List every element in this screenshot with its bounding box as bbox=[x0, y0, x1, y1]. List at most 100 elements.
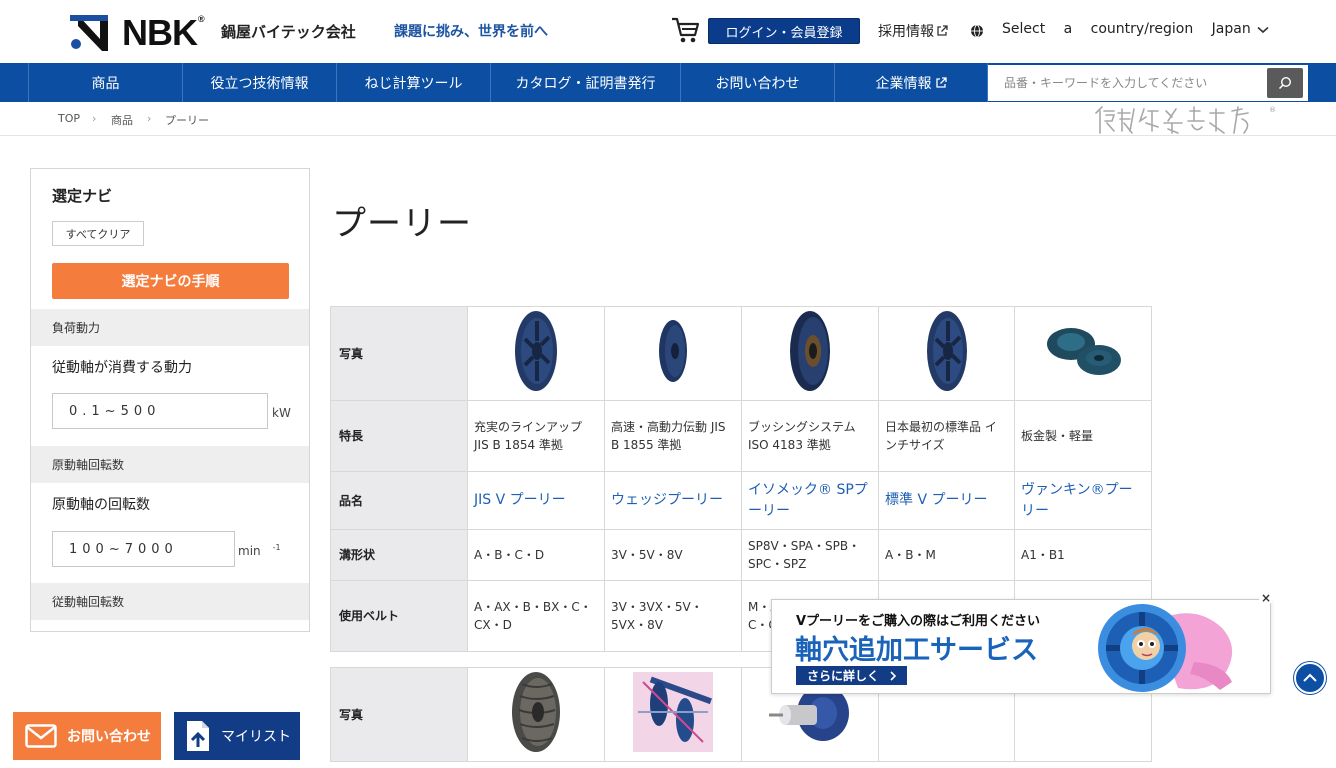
nav-item-screw-calc[interactable]: ねじ計算ツール bbox=[336, 63, 490, 102]
main-nav: 商品 役立つ技術情報 ねじ計算ツール カタログ・証明書発行 お問い合わせ 企業情… bbox=[0, 63, 1336, 102]
country-label: Japan bbox=[1211, 21, 1251, 37]
belt-cell: 3V・3VX・5V・5VX・8V bbox=[604, 580, 742, 652]
cart-icon[interactable] bbox=[670, 15, 700, 45]
navi-guide-button[interactable]: 選定ナビの手順 bbox=[52, 263, 289, 299]
page-title: プーリー bbox=[332, 204, 472, 244]
selection-navi-title: 選定ナビ bbox=[52, 187, 113, 205]
table-row-photo: 写真 bbox=[330, 306, 1152, 401]
tagline: 課題に挑み、世界を前へ bbox=[394, 24, 548, 40]
chevron-down-icon[interactable] bbox=[1257, 26, 1269, 34]
nbk-logo-mark-icon bbox=[70, 15, 108, 51]
table-row-features: 特長 充実のラインアップ JIS B 1854 準拠 高速・高動力伝動 JIS … bbox=[330, 400, 1152, 472]
row-head-name: 品名 bbox=[330, 471, 468, 530]
globe-icon bbox=[971, 24, 983, 38]
banner-character-image bbox=[1098, 604, 1233, 692]
driver-speed-label: 原動軸の回転数 bbox=[52, 497, 150, 513]
recruit-link[interactable]: 採用情報 bbox=[878, 21, 948, 41]
machining-service-banner[interactable]: Vプーリーをご購入の際はご利用ください 軸穴追加工サービス さらに詳しく bbox=[771, 599, 1271, 694]
breadcrumb-current: プーリー bbox=[165, 114, 209, 127]
breadcrumb-separator: › bbox=[147, 112, 152, 125]
isomec-sp-pulley-image bbox=[790, 311, 830, 391]
region-label: Select a country/region bbox=[1002, 21, 1194, 37]
groove-cell: A・B・M bbox=[878, 529, 1015, 581]
groove-cell: SP8V・SPA・SPB・SPC・SPZ bbox=[741, 529, 879, 581]
row-head-photo: 写真 bbox=[330, 306, 468, 401]
clear-all-button[interactable]: すべてクリア bbox=[52, 221, 144, 246]
nav-item-tech-info[interactable]: 役立つ技術情報 bbox=[182, 63, 336, 102]
wedge-pulley-image bbox=[659, 320, 687, 382]
banner-close-button[interactable]: × bbox=[1259, 591, 1273, 605]
region-selector[interactable]: Select a country/region Japan bbox=[1002, 21, 1251, 37]
breadcrumb-top[interactable]: TOP bbox=[58, 112, 80, 125]
nbk-logo[interactable]: NBK® bbox=[70, 12, 205, 54]
external-link-icon bbox=[935, 76, 947, 88]
search-icon bbox=[1278, 76, 1292, 90]
unit-min: min -1 bbox=[238, 543, 281, 558]
row-head-features: 特長 bbox=[330, 400, 468, 472]
driver-speed-input[interactable]: 100~7000 bbox=[52, 531, 235, 567]
nav-item-contact[interactable]: お問い合わせ bbox=[680, 63, 834, 102]
floating-contact-label: お問い合わせ bbox=[67, 729, 151, 745]
breadcrumb-products[interactable]: 商品 bbox=[111, 112, 133, 128]
timing-pulley-image bbox=[512, 672, 560, 752]
product-photo[interactable] bbox=[467, 667, 605, 762]
banner-more-label: さらに詳しく bbox=[807, 669, 880, 683]
product-photo[interactable] bbox=[604, 667, 742, 762]
floating-mylist-label: マイリスト bbox=[221, 729, 291, 745]
feature-cell: ブッシングシステム ISO 4183 準拠 bbox=[741, 400, 879, 472]
floating-mylist-button[interactable]: マイリスト bbox=[174, 712, 300, 760]
banner-more-button[interactable]: さらに詳しく bbox=[796, 666, 907, 685]
nav-item-products[interactable]: 商品 bbox=[28, 63, 182, 102]
product-photo[interactable] bbox=[1014, 306, 1152, 401]
company-name: 鍋屋バイテック会社 bbox=[221, 23, 356, 41]
product-link-jis-v-pulley[interactable]: JIS V プーリー bbox=[467, 471, 605, 530]
product-link-vankin-pulley[interactable]: ヴァンキン®プーリー bbox=[1014, 471, 1152, 530]
feature-cell: 日本最初の標準品 インチサイズ bbox=[878, 400, 1015, 472]
product-link-standard-v-pulley[interactable]: 標準 V プーリー bbox=[878, 471, 1015, 530]
mylist-document-icon bbox=[187, 721, 209, 751]
product-photo[interactable] bbox=[741, 306, 879, 401]
pulley-application-image bbox=[633, 672, 713, 752]
chevron-up-icon bbox=[1303, 673, 1317, 682]
table-row-names: 品名 JIS V プーリー ウェッジプーリー イソメック® SPプーリー 標準 … bbox=[330, 471, 1152, 530]
svg-text:®: ® bbox=[1269, 106, 1276, 114]
banner-subtitle: Vプーリーをご購入の際はご利用ください bbox=[796, 614, 1041, 629]
row-head-belt: 使用ベルト bbox=[330, 580, 468, 652]
driven-power-label: 従動軸が消費する動力 bbox=[52, 360, 192, 376]
jis-v-pulley-image bbox=[515, 311, 557, 391]
product-photo[interactable] bbox=[604, 306, 742, 401]
login-register-button[interactable]: ログイン・会員登録 bbox=[708, 18, 860, 44]
product-link-isomec-sp-pulley[interactable]: イソメック® SPプーリー bbox=[741, 471, 879, 530]
nav-item-company[interactable]: 企業情報 bbox=[834, 63, 988, 102]
section-driven-speed: 従動軸回転数 bbox=[31, 583, 309, 620]
groove-cell: 3V・5V・8V bbox=[604, 529, 742, 581]
selection-navi-panel: 選定ナビ すべてクリア 選定ナビの手順 負荷動力 従動軸が消費する動力 0.1~… bbox=[30, 168, 310, 632]
page-top-button[interactable] bbox=[1294, 662, 1326, 694]
product-photo[interactable] bbox=[878, 306, 1015, 401]
breadcrumb-separator: › bbox=[92, 112, 97, 125]
product-link-wedge-pulley[interactable]: ウェッジプーリー bbox=[604, 471, 742, 530]
search-box bbox=[988, 65, 1308, 101]
external-link-icon bbox=[937, 25, 948, 36]
vankin-pulley-image bbox=[1047, 328, 1121, 375]
feature-cell: 高速・高動力伝動 JIS B 1855 準拠 bbox=[604, 400, 742, 472]
mail-icon bbox=[25, 724, 57, 748]
row-head-photo: 写真 bbox=[330, 667, 468, 762]
logo-wordmark: NBK® bbox=[122, 12, 205, 53]
search-input[interactable] bbox=[988, 65, 1266, 101]
section-load-power: 負荷動力 bbox=[31, 309, 309, 346]
nav-item-catalog[interactable]: カタログ・証明書発行 bbox=[490, 63, 680, 102]
belt-cell: A・AX・B・BX・C・CX・D bbox=[467, 580, 605, 652]
groove-cell: A・B・C・D bbox=[467, 529, 605, 581]
section-driver-speed: 原動軸回転数 bbox=[31, 446, 309, 483]
table-row-groove: 溝形状 A・B・C・D 3V・5V・8V SP8V・SPA・SPB・SPC・SP… bbox=[330, 529, 1152, 581]
banner-title: 軸穴追加工サービス bbox=[795, 635, 1038, 666]
floating-contact-button[interactable]: お問い合わせ bbox=[13, 712, 161, 760]
groove-cell: A1・B1 bbox=[1014, 529, 1152, 581]
feature-cell: 板金製・軽量 bbox=[1014, 400, 1152, 472]
feature-cell: 充実のラインアップ JIS B 1854 準拠 bbox=[467, 400, 605, 472]
nav-company-label: 企業情報 bbox=[875, 75, 932, 92]
product-photo[interactable] bbox=[467, 306, 605, 401]
power-input[interactable]: 0.1~500 bbox=[52, 393, 268, 429]
search-button[interactable] bbox=[1267, 68, 1303, 98]
